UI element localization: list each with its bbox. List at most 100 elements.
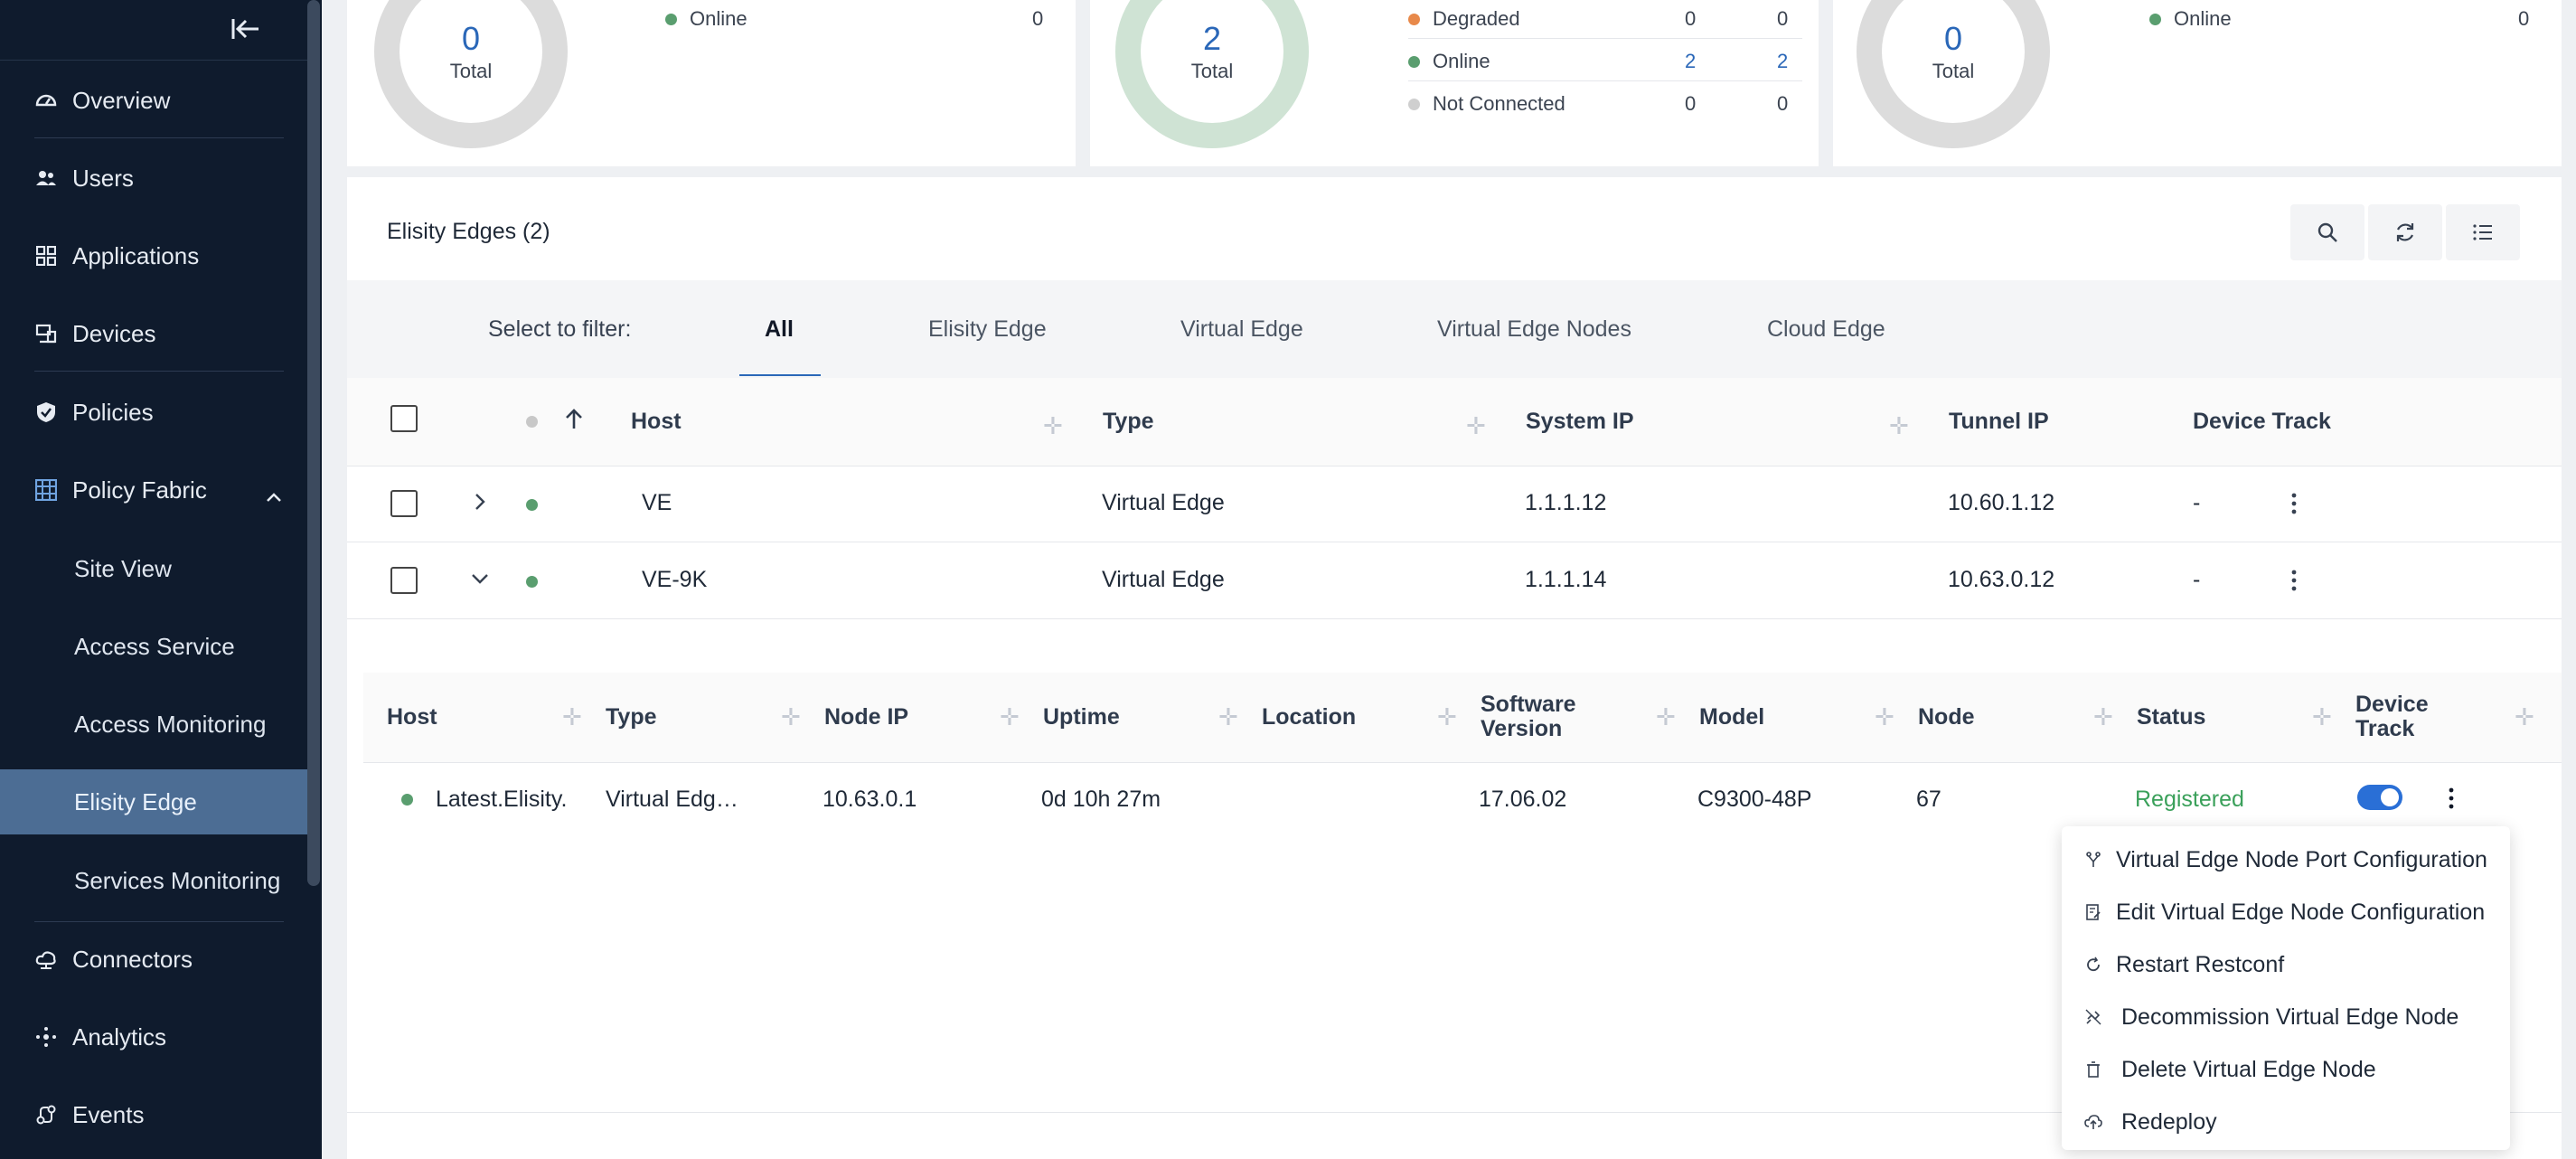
sidebar-subitem-elisity-edge[interactable]: Elisity Edge <box>0 769 307 834</box>
cell-tunnel-ip: 10.63.0.12 <box>1948 567 2055 592</box>
column-resize-handle[interactable]: ✛ <box>1218 703 1238 731</box>
sidebar-item-users[interactable]: Users <box>0 140 307 216</box>
shield-icon <box>33 399 60 426</box>
filter-tab-cloud-edge[interactable]: Cloud Edge <box>1767 316 1885 343</box>
sidebar-separator <box>34 137 284 138</box>
legend-item-online: Online <box>2149 7 2232 31</box>
status-dot <box>1408 13 1420 25</box>
legend-label: Online <box>1433 50 1490 72</box>
cell-status: Registered <box>2135 787 2244 812</box>
sub-column-header-status[interactable]: Status <box>2137 705 2205 730</box>
restart-icon <box>2083 955 2103 975</box>
row-checkbox[interactable] <box>390 567 418 594</box>
chevron-right-icon[interactable] <box>474 492 486 516</box>
filter-tab-elisity-edge[interactable]: Elisity Edge <box>928 316 1047 343</box>
column-resize-handle[interactable]: ✛ <box>781 703 801 731</box>
menu-item-restart-restconf[interactable]: Restart Restconf <box>2062 938 2510 991</box>
column-header-system-ip[interactable]: System IP <box>1526 409 1634 435</box>
collapse-left-icon[interactable] <box>226 11 266 47</box>
sidebar-item-policies[interactable]: Policies <box>0 374 307 450</box>
subtable-header: Host ✛ Type ✛ Node IP ✛ Uptime ✛ Locatio… <box>363 673 2562 763</box>
sub-column-header-device-track[interactable]: Device Track <box>2355 693 2446 741</box>
sub-column-header-type[interactable]: Type <box>606 705 657 730</box>
chevron-down-icon[interactable] <box>470 572 490 589</box>
column-header-device-track[interactable]: Device Track <box>2193 409 2331 435</box>
sub-column-header-node-ip[interactable]: Node IP <box>824 705 908 730</box>
column-resize-handle[interactable]: ✛ <box>1875 703 1894 731</box>
sidebar-subitem-access-monitoring[interactable]: Access Monitoring <box>0 692 307 757</box>
more-vertical-icon[interactable] <box>2283 567 2305 594</box>
menu-item-redeploy[interactable]: Redeploy <box>2062 1096 2510 1148</box>
port-config-icon <box>2083 850 2103 870</box>
sidebar-item-policy-fabric[interactable]: Policy Fabric <box>0 452 307 528</box>
legend-label: Not Connected <box>1433 92 1565 115</box>
sidebar-item-label: Devices <box>72 319 156 347</box>
legend-item-not-connected: Not Connected <box>1408 92 1565 116</box>
active-tab-indicator <box>739 374 821 376</box>
column-resize-handle[interactable]: ✛ <box>1466 412 1486 440</box>
row-checkbox[interactable] <box>390 490 418 517</box>
legend-value-link[interactable]: 2 <box>1777 50 1788 73</box>
cell-type: Virtual Edge <box>1102 490 1225 515</box>
sidebar-separator <box>34 921 284 922</box>
menu-item-delete-node[interactable]: Delete Virtual Edge Node <box>2062 1043 2510 1096</box>
column-resize-handle[interactable]: ✛ <box>2515 703 2534 731</box>
select-all-checkbox[interactable] <box>390 405 418 432</box>
filter-tab-virtual-edge-nodes[interactable]: Virtual Edge Nodes <box>1437 316 1631 343</box>
search-button[interactable] <box>2290 204 2364 260</box>
sidebar-subitem-site-view[interactable]: Site View <box>0 536 307 601</box>
column-resize-handle[interactable]: ✛ <box>2093 703 2113 731</box>
device-track-toggle[interactable] <box>2357 785 2402 810</box>
more-vertical-icon[interactable] <box>2440 785 2462 812</box>
filter-tab-virtual-edge[interactable]: Virtual Edge <box>1180 316 1303 343</box>
cell-host: Latest.Elisity. <box>436 787 568 812</box>
sub-column-header-software-version[interactable]: Software Version <box>1481 693 1598 741</box>
sub-column-header-host[interactable]: Host <box>387 705 437 730</box>
sub-column-header-uptime[interactable]: Uptime <box>1043 705 1120 730</box>
column-header-tunnel-ip[interactable]: Tunnel IP <box>1949 409 2049 435</box>
legend-value: 0 <box>1777 7 1789 30</box>
edit-config-icon <box>2083 902 2103 922</box>
sub-column-header-node[interactable]: Node <box>1918 705 1975 730</box>
menu-item-label: Redeploy <box>2121 1108 2217 1135</box>
column-resize-handle[interactable]: ✛ <box>562 703 582 731</box>
chevron-up-icon[interactable] <box>266 481 282 509</box>
column-resize-handle[interactable]: ✛ <box>1437 703 1457 731</box>
sidebar-scrollbar[interactable] <box>307 0 320 886</box>
column-resize-handle[interactable]: ✛ <box>1000 703 1020 731</box>
column-resize-handle[interactable]: ✛ <box>1043 412 1063 440</box>
legend-value-link[interactable]: 2 <box>1685 50 1696 73</box>
filter-label: Select to filter: <box>488 316 632 342</box>
column-resize-handle[interactable]: ✛ <box>2312 703 2332 731</box>
sidebar-item-applications[interactable]: Applications <box>0 218 307 294</box>
sub-column-header-model[interactable]: Model <box>1699 705 1764 730</box>
sidebar-subitem-label: Elisity Edge <box>74 787 197 815</box>
sidebar-item-connectors[interactable]: Connectors <box>0 921 307 997</box>
sidebar-subitem-access-service[interactable]: Access Service <box>0 614 307 679</box>
sidebar-item-analytics[interactable]: Analytics <box>0 999 307 1075</box>
refresh-button[interactable] <box>2368 204 2442 260</box>
cell-tunnel-ip: 10.60.1.12 <box>1948 490 2055 515</box>
cell-node-ip: 10.63.0.1 <box>823 787 917 812</box>
devices-icon <box>33 320 60 347</box>
menu-item-edit-configuration[interactable]: Edit Virtual Edge Node Configuration <box>2062 886 2510 938</box>
filter-tab-all[interactable]: All <box>765 316 794 343</box>
sidebar-item-overview[interactable]: Overview <box>0 62 307 138</box>
menu-item-decommission[interactable]: Decommission Virtual Edge Node <box>2062 991 2510 1043</box>
more-vertical-icon[interactable] <box>2283 490 2305 517</box>
fabric-grid-icon <box>33 476 60 504</box>
column-header-type[interactable]: Type <box>1103 409 1154 435</box>
sub-column-header-location[interactable]: Location <box>1262 705 1356 730</box>
table-row[interactable]: VE Virtual Edge 1.1.1.12 10.60.1.12 - <box>347 466 2562 542</box>
column-list-button[interactable] <box>2446 204 2520 260</box>
sidebar-subitem-services-monitoring[interactable]: Services Monitoring <box>0 848 307 913</box>
sidebar-item-devices[interactable]: Devices <box>0 296 307 372</box>
status-dot <box>1408 98 1420 110</box>
column-resize-handle[interactable]: ✛ <box>1656 703 1676 731</box>
menu-item-port-configuration[interactable]: Virtual Edge Node Port Configuration <box>2062 834 2510 886</box>
column-header-host[interactable]: Host <box>631 409 682 435</box>
table-row[interactable]: VE-9K Virtual Edge 1.1.1.14 10.63.0.12 - <box>347 543 2562 619</box>
column-resize-handle[interactable]: ✛ <box>1889 412 1909 440</box>
sidebar-item-events[interactable]: Events <box>0 1077 307 1153</box>
sort-ascending-icon[interactable] <box>564 407 584 435</box>
